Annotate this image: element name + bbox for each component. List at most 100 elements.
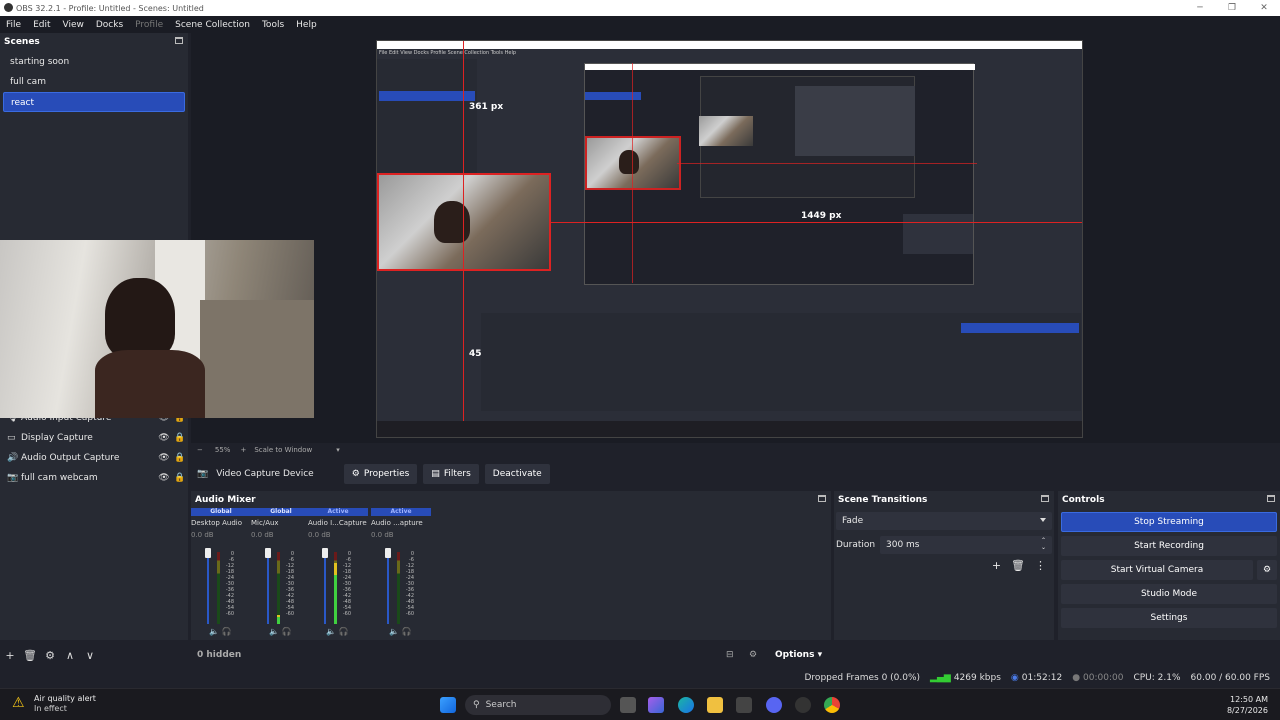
- webcam-person-head: [105, 278, 175, 358]
- volume-slider-knob[interactable]: [265, 548, 271, 558]
- monitor-headphones-icon[interactable]: 🎧: [279, 627, 292, 636]
- duration-spinbox[interactable]: 300 ms ⌃ ⌄: [880, 536, 1052, 554]
- filters-button[interactable]: ▤ Filters: [423, 464, 479, 484]
- visibility-eye-icon[interactable]: 👁: [156, 453, 172, 463]
- obs-taskbar-icon[interactable]: [795, 697, 811, 713]
- scale-to-window-select[interactable]: Scale to Window: [254, 446, 312, 454]
- monitor-icon: ▭: [7, 433, 16, 443]
- source-item-full-cam-webcam[interactable]: 📷 full cam webcam 👁 🔒: [0, 468, 188, 488]
- volume-slider-track[interactable]: [387, 552, 389, 624]
- mute-speaker-icon[interactable]: 🔈: [389, 627, 399, 636]
- volume-slider-track[interactable]: [207, 552, 209, 624]
- channel-name[interactable]: Desktop Audio: [191, 519, 251, 527]
- close-button[interactable]: ✕: [1248, 0, 1280, 16]
- volume-slider-track[interactable]: [324, 552, 326, 624]
- task-view-icon[interactable]: [620, 697, 636, 713]
- scene-item-react[interactable]: react: [3, 92, 185, 112]
- mute-speaker-icon[interactable]: 🔈: [326, 627, 336, 636]
- lock-icon[interactable]: 🔒: [172, 473, 188, 483]
- transition-select[interactable]: Fade: [836, 512, 1052, 530]
- float-dock-icon[interactable]: [1267, 495, 1275, 502]
- mixer-channel: Active Audio I...Capture 0.0 dB 0 -6 -12 -18 -2…: [308, 508, 368, 636]
- taskbar-clock[interactable]: 12:50 AM 8/27/2026: [1227, 694, 1268, 716]
- mute-speaker-icon[interactable]: 🔈: [209, 627, 219, 636]
- nested-title-bar: [377, 41, 1082, 49]
- deactivate-label: Deactivate: [492, 469, 542, 479]
- nested-guide-line: [632, 63, 633, 283]
- monitor-headphones-icon[interactable]: 🎧: [219, 627, 232, 636]
- lock-icon[interactable]: 🔒: [172, 433, 188, 443]
- minimize-button[interactable]: ─: [1184, 0, 1216, 16]
- menu-file[interactable]: File: [0, 20, 27, 30]
- stop-streaming-button[interactable]: Stop Streaming: [1061, 512, 1277, 532]
- menu-scene-collection[interactable]: Scene Collection: [169, 20, 256, 30]
- volume-slider-track[interactable]: [267, 552, 269, 624]
- mixer-options-button[interactable]: Options ▾: [775, 650, 822, 660]
- start-virtual-camera-button[interactable]: Start Virtual Camera: [1061, 560, 1253, 580]
- taskbar-search[interactable]: ⚲ Search: [465, 695, 611, 715]
- virtual-camera-gear-icon[interactable]: ⚙: [1257, 560, 1277, 580]
- monitor-headphones-icon[interactable]: 🎧: [336, 627, 349, 636]
- windows-start-icon[interactable]: [440, 697, 456, 713]
- store-icon[interactable]: [736, 697, 752, 713]
- studio-mode-button[interactable]: Studio Mode: [1061, 584, 1277, 604]
- float-dock-icon[interactable]: [818, 495, 826, 502]
- edge-browser-icon[interactable]: [678, 697, 694, 713]
- deactivate-button[interactable]: Deactivate: [484, 464, 550, 484]
- add-transition-button[interactable]: +: [992, 559, 1001, 572]
- mixer-layout-icon[interactable]: ⊟: [726, 650, 734, 660]
- volume-slider-knob[interactable]: [205, 548, 211, 558]
- menu-profile[interactable]: Profile: [129, 20, 169, 30]
- move-up-icon[interactable]: ∧: [60, 649, 80, 662]
- alert-subtitle: In effect: [34, 704, 67, 713]
- start-recording-button[interactable]: Start Recording: [1061, 536, 1277, 556]
- remove-source-icon[interactable]: 🗑: [20, 649, 40, 662]
- move-down-icon[interactable]: ∨: [80, 649, 100, 662]
- advanced-audio-icon[interactable]: ⚙: [749, 650, 757, 660]
- scenes-dock-title: Scenes: [0, 33, 188, 50]
- lock-icon[interactable]: 🔒: [172, 453, 188, 463]
- visibility-eye-icon[interactable]: 👁: [156, 473, 172, 483]
- chevron-down-icon[interactable]: ▾: [336, 446, 340, 454]
- source-item-display-capture[interactable]: ▭ Display Capture 👁 🔒: [0, 428, 188, 448]
- transition-menu-icon[interactable]: ⋮: [1035, 559, 1046, 572]
- channel-name[interactable]: Mic/Aux: [251, 519, 311, 527]
- visibility-eye-icon[interactable]: 👁: [156, 433, 172, 443]
- menu-view[interactable]: View: [57, 20, 90, 30]
- scene-item-starting-soon[interactable]: starting soon: [3, 52, 185, 72]
- add-source-button[interactable]: +: [0, 649, 20, 662]
- menu-help[interactable]: Help: [290, 20, 323, 30]
- duration-label: Duration: [836, 540, 876, 550]
- volume-slider-knob[interactable]: [385, 548, 391, 558]
- selected-source-box[interactable]: [377, 173, 551, 271]
- status-bar: Dropped Frames 0 (0.0%) ▂▄▆ 4269 kbps ◉ …: [0, 669, 1280, 687]
- maximize-button[interactable]: ❐: [1216, 0, 1248, 16]
- channel-volume-db: 0.0 dB: [251, 531, 274, 539]
- channel-name[interactable]: Audio ...apture: [371, 519, 431, 527]
- menu-docks[interactable]: Docks: [90, 20, 129, 30]
- float-dock-icon[interactable]: [1041, 495, 1049, 502]
- settings-button[interactable]: Settings: [1061, 608, 1277, 628]
- source-item-audio-output[interactable]: 🔊 Audio Output Capture 👁 🔒: [0, 448, 188, 468]
- menu-edit[interactable]: Edit: [27, 20, 56, 30]
- mute-speaker-icon[interactable]: 🔈: [269, 627, 279, 636]
- menu-tools[interactable]: Tools: [256, 20, 290, 30]
- discord-icon[interactable]: [766, 697, 782, 713]
- monitor-headphones-icon[interactable]: 🎧: [399, 627, 412, 636]
- chrome-icon[interactable]: [824, 697, 840, 713]
- properties-button[interactable]: ⚙ Properties: [343, 464, 418, 484]
- weather-widget[interactable]: Air quality alert In effect: [34, 694, 96, 714]
- channel-name[interactable]: Audio I...Capture: [308, 519, 368, 527]
- spin-arrows-icon[interactable]: ⌃ ⌄: [1041, 537, 1046, 551]
- preview-canvas[interactable]: File Edit View Docks Profile Scene Colle…: [376, 40, 1083, 438]
- zoom-out-button[interactable]: −: [197, 446, 203, 454]
- file-explorer-icon[interactable]: [707, 697, 723, 713]
- copilot-icon[interactable]: [648, 697, 664, 713]
- source-properties-gear-icon[interactable]: ⚙: [40, 649, 60, 662]
- person-figure: [434, 201, 470, 243]
- scene-item-full-cam[interactable]: full cam: [3, 72, 185, 92]
- float-dock-icon[interactable]: [175, 37, 183, 44]
- remove-transition-icon[interactable]: 🗑: [1011, 559, 1025, 572]
- volume-slider-knob[interactable]: [322, 548, 328, 558]
- zoom-in-button[interactable]: +: [240, 446, 246, 454]
